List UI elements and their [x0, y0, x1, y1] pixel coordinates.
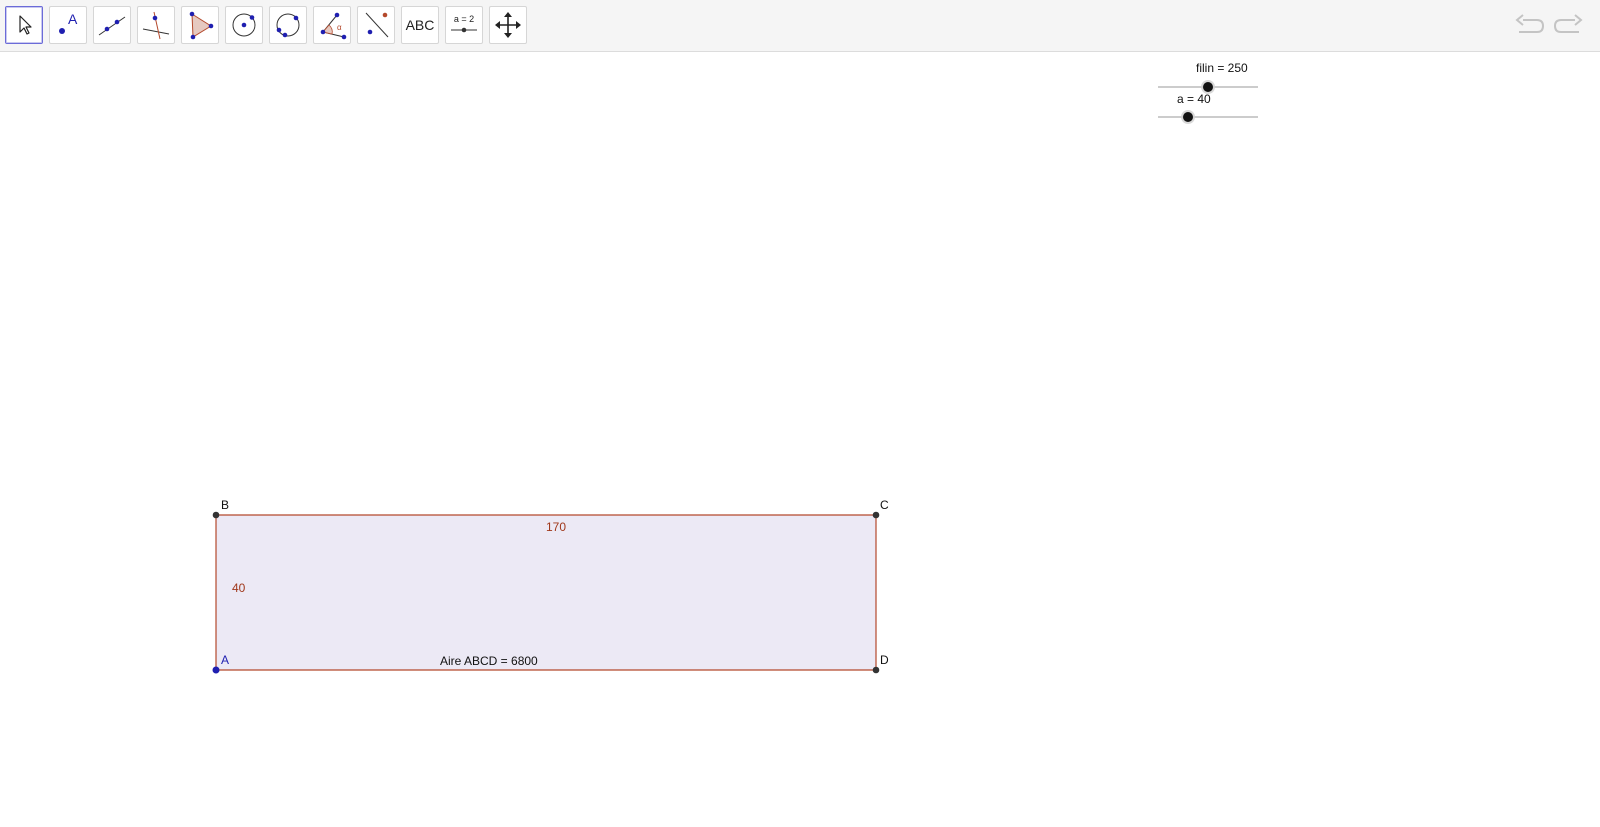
undo-icon: [1515, 14, 1545, 33]
circle-three-points-icon: [276, 13, 300, 38]
rectangle-drawing: [212, 511, 880, 674]
point-b[interactable]: [212, 511, 220, 519]
point-icon: A: [59, 11, 78, 34]
line-icon: [98, 16, 126, 36]
polygon-abcd[interactable]: [215, 514, 877, 671]
angle-tool-alpha: α: [337, 23, 342, 32]
text-tool-button[interactable]: ABC: [401, 6, 439, 44]
point-tool-letter: A: [68, 11, 78, 27]
point-tool-button[interactable]: A: [49, 6, 87, 44]
circle-center-icon: [232, 13, 256, 37]
point-d[interactable]: [872, 666, 880, 674]
slider-tool-text: a = 2: [454, 14, 474, 24]
reflect-icon: [365, 12, 389, 38]
side-length-top: 170: [546, 520, 567, 534]
vertex-label-d: D: [880, 653, 889, 667]
redo-icon: [1553, 14, 1583, 33]
area-label: Aire ABCD = 6800: [440, 654, 538, 668]
polygon-tool-button[interactable]: [181, 6, 219, 44]
move-tool-button[interactable]: [5, 6, 43, 44]
vertex-label-b: B: [221, 498, 230, 512]
vertex-label-a: A: [221, 653, 230, 667]
text-icon: ABC: [405, 17, 435, 33]
perpendicular-line-tool-button[interactable]: [137, 6, 175, 44]
toolbar: A α ABC a = 2: [0, 0, 1600, 52]
side-length-left: 40: [232, 581, 246, 595]
angle-icon: α: [320, 12, 347, 40]
circle-center-tool-button[interactable]: [225, 6, 263, 44]
point-a[interactable]: [212, 666, 220, 674]
move-cursor-icon: [19, 15, 32, 35]
polygon-icon: [189, 11, 214, 40]
perpendicular-line-icon: [142, 11, 170, 40]
redo-button[interactable]: [1552, 10, 1584, 42]
vertex-label-c: C: [880, 498, 889, 512]
slider-tool-button[interactable]: a = 2: [445, 6, 483, 44]
graphics-view[interactable]: filin = 250 a = 40 B C D A 170 40 Aire A…: [0, 52, 1600, 827]
point-c[interactable]: [872, 511, 880, 519]
move-graphics-tool-button[interactable]: [489, 6, 527, 44]
angle-tool-button[interactable]: α: [313, 6, 351, 44]
line-tool-button[interactable]: [93, 6, 131, 44]
reflect-tool-button[interactable]: [357, 6, 395, 44]
circle-three-points-tool-button[interactable]: [269, 6, 307, 44]
slider-icon: a = 2: [451, 14, 477, 33]
move-graphics-icon: [495, 12, 521, 38]
undo-button[interactable]: [1514, 10, 1546, 42]
